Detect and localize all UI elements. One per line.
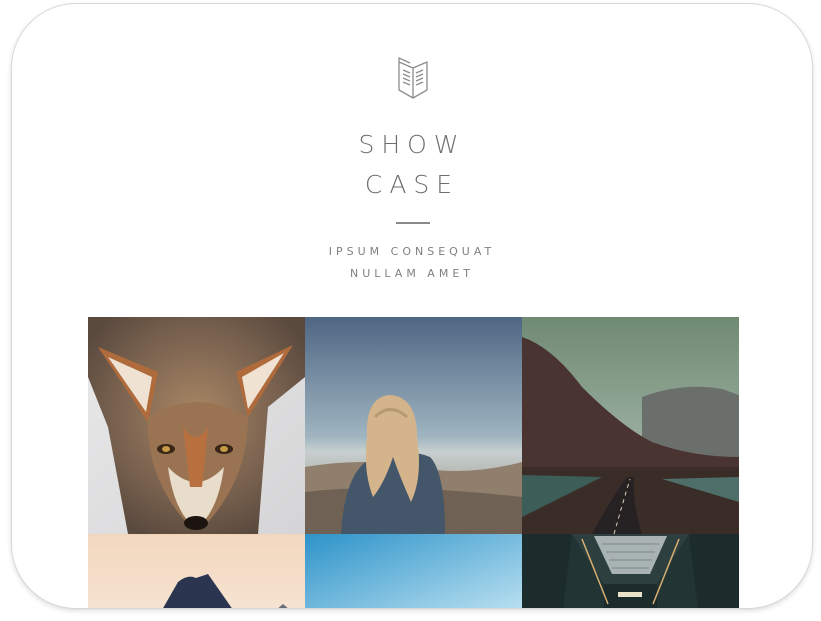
- showcase-page: SHOW CASE IPSUM CONSEQUAT NULLAM AMET: [12, 4, 812, 608]
- gallery-item-woman-overlook[interactable]: [305, 317, 522, 534]
- gallery-item-mountain-road[interactable]: [522, 317, 739, 534]
- hero-title-line2: CASE: [364, 170, 460, 199]
- book-icon: [398, 57, 428, 99]
- title-divider: [396, 222, 430, 224]
- gallery-grid: [88, 317, 739, 608]
- gallery-item-fox[interactable]: [88, 317, 305, 534]
- gallery-item-tunnel[interactable]: [522, 534, 739, 608]
- gallery-item-mountain-peak[interactable]: [88, 534, 305, 608]
- gallery-item-sky[interactable]: [305, 534, 522, 608]
- hero-subtitle-line1: IPSUM CONSEQUAT: [328, 245, 496, 258]
- hero-subtitle-line2: NULLAM AMET: [350, 267, 474, 280]
- hero-title-line1: SHOW: [358, 130, 466, 159]
